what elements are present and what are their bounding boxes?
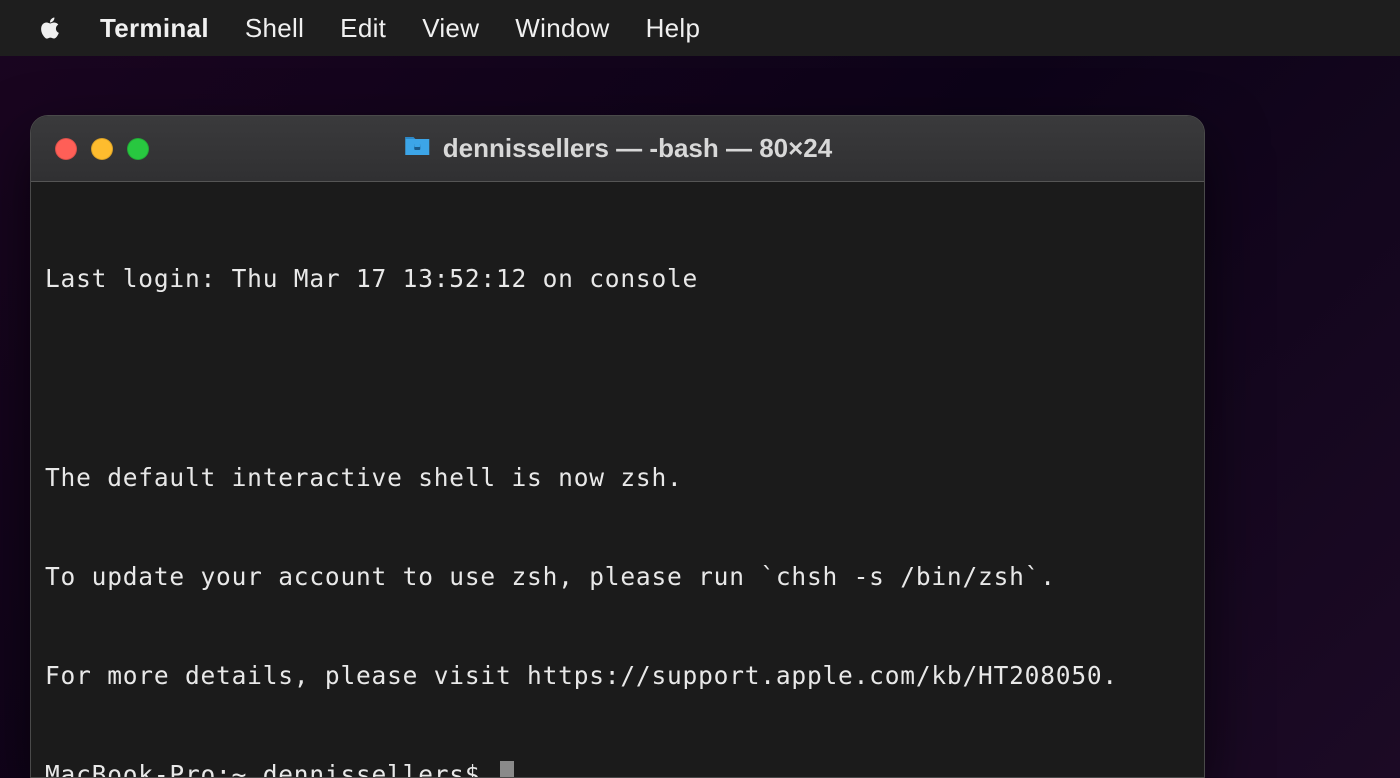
window-titlebar[interactable]: dennissellers — -bash — 80×24 — [31, 116, 1204, 182]
menubar-item-shell[interactable]: Shell — [245, 13, 304, 44]
terminal-line: To update your account to use zsh, pleas… — [45, 560, 1190, 593]
menubar-item-view[interactable]: View — [422, 13, 479, 44]
terminal-line: Last login: Thu Mar 17 13:52:12 on conso… — [45, 262, 1190, 295]
menubar-item-window[interactable]: Window — [515, 13, 609, 44]
terminal-line: The default interactive shell is now zsh… — [45, 461, 1190, 494]
terminal-line — [45, 361, 1190, 394]
folder-icon — [403, 133, 431, 164]
window-controls — [31, 138, 149, 160]
window-title: dennissellers — -bash — 80×24 — [403, 133, 832, 164]
terminal-prompt-line: MacBook-Pro:~ dennissellers$ — [45, 758, 1190, 778]
apple-menu-icon[interactable] — [36, 14, 64, 42]
terminal-line: For more details, please visit https://s… — [45, 659, 1190, 692]
menubar-item-edit[interactable]: Edit — [340, 13, 386, 44]
minimize-button[interactable] — [91, 138, 113, 160]
close-button[interactable] — [55, 138, 77, 160]
cursor-icon — [500, 761, 514, 778]
terminal-window: dennissellers — -bash — 80×24 Last login… — [30, 115, 1205, 778]
terminal-content[interactable]: Last login: Thu Mar 17 13:52:12 on conso… — [31, 182, 1204, 778]
menubar-item-help[interactable]: Help — [646, 13, 701, 44]
window-title-text: dennissellers — -bash — 80×24 — [443, 133, 832, 164]
menubar-app-name[interactable]: Terminal — [100, 13, 209, 44]
maximize-button[interactable] — [127, 138, 149, 160]
menubar: Terminal Shell Edit View Window Help — [0, 0, 1400, 56]
terminal-prompt: MacBook-Pro:~ dennissellers$ — [45, 758, 496, 778]
